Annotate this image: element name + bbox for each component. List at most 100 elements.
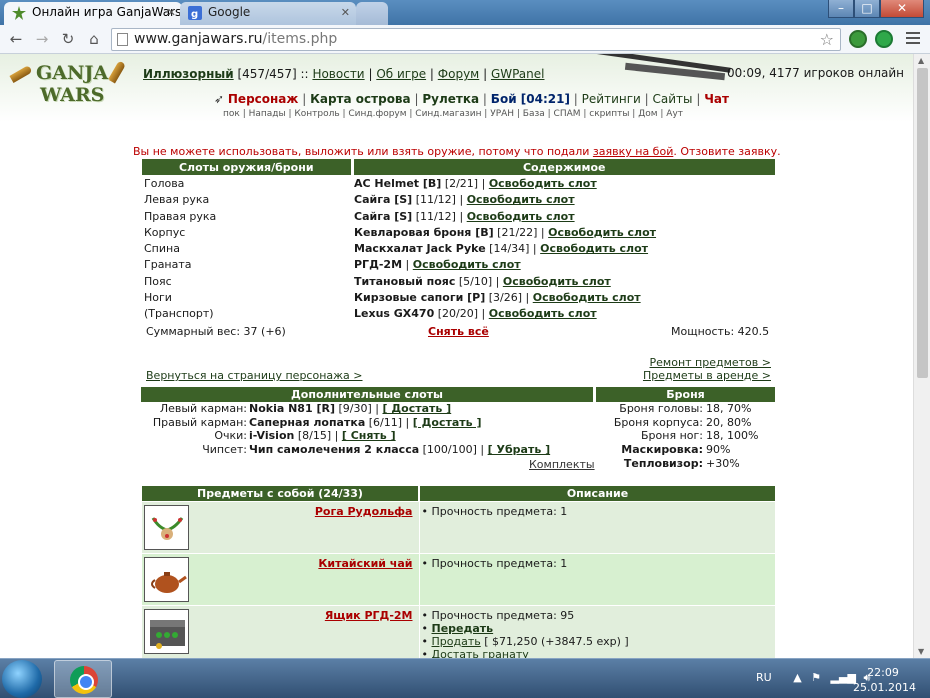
reload-icon[interactable]: ↻ (58, 29, 78, 49)
language-indicator[interactable]: RU (756, 671, 772, 684)
browser-menu-icon[interactable] (906, 32, 920, 47)
weapon-slots-table: Слоты оружия/брони Содержимое Голова AC H… (142, 159, 775, 322)
item-row: Ящик РГД-2М • Прочность предмета: 95 • П… (142, 605, 775, 658)
home-icon[interactable]: ⌂ (84, 29, 104, 49)
slot-row: Ноги Кирзовые сапоги [P] [3/26] | Освобод… (144, 291, 641, 305)
gwpanel-link[interactable]: GWPanel (491, 67, 545, 81)
browser-titlebar: Онлайн игра GanjaWars.r ✕ g Google ✕ – □… (0, 0, 930, 25)
battle-request-link[interactable]: заявку на бой (593, 145, 673, 158)
chrome-icon (70, 666, 98, 694)
clock[interactable]: 22:09 25.01.2014 (853, 665, 916, 695)
flag-icon[interactable]: ⚑ (811, 671, 821, 684)
release-slot-link[interactable]: Освободить слот (503, 275, 611, 288)
scroll-down-icon[interactable]: ▼ (918, 647, 924, 656)
extra-action-link[interactable]: [ Достать ] (382, 402, 451, 415)
extra-action-link[interactable]: [ Достать ] (413, 416, 482, 429)
extension-globe-icon[interactable] (875, 30, 893, 48)
teapot-icon[interactable] (144, 557, 189, 602)
item-name-link[interactable]: Ящик РГД-2М (325, 609, 413, 622)
minimize-icon[interactable]: – (828, 0, 854, 18)
menu-karta[interactable]: Карта острова (310, 92, 411, 106)
page-icon (117, 33, 128, 46)
menu-sajty[interactable]: Сайты (653, 92, 693, 106)
tab-ganjawars[interactable]: Онлайн игра GanjaWars.r ✕ (4, 2, 182, 25)
rented-items-link[interactable]: Предметы в аренде > (643, 369, 771, 382)
site-header: GANJA WARS Иллюзорный [457/457] :: Новос… (0, 54, 913, 122)
ganjawars-favicon-icon (12, 6, 26, 20)
menu-chat[interactable]: Чат (704, 92, 729, 106)
release-slot-link[interactable]: Освободить слот (540, 242, 648, 255)
release-slot-link[interactable]: Освободить слот (489, 177, 597, 190)
kits-link[interactable]: Комплекты (529, 458, 595, 471)
total-weight: Суммарный вес: 37 (+6) (146, 325, 286, 338)
extra-slots-header: Дополнительные слоты (141, 387, 593, 402)
extra-slots-table: Дополнительные слоты Левый карман: Nokia … (141, 387, 593, 456)
clock-time: 22:09 (867, 666, 899, 679)
forum-link[interactable]: Форум (438, 67, 479, 81)
release-slot-link[interactable]: Освободить слот (467, 210, 575, 223)
repair-items-link[interactable]: Ремонт предметов > (650, 356, 771, 369)
grenade-box-icon[interactable] (144, 609, 189, 654)
maximize-icon[interactable]: □ (854, 0, 880, 18)
sub-menu[interactable]: пок | Напады | Контроль | Синд.форум | С… (223, 109, 683, 119)
extra-action-link[interactable]: [ Убрать ] (488, 443, 551, 456)
back-arrow-icon[interactable]: ← (6, 29, 26, 49)
release-slot-link[interactable]: Освободить слот (548, 226, 656, 239)
address-bar[interactable]: www.ganjawars.ru/items.php ☆ (111, 28, 841, 51)
armor-table: Броня Броня головы: 18, 70% Броня корпуса… (596, 387, 775, 470)
close-tab-icon[interactable]: ✕ (167, 2, 176, 23)
window-controls: – □ ✕ (828, 0, 924, 18)
new-tab-button[interactable] (356, 2, 388, 25)
chrome-taskbar-button[interactable] (54, 660, 112, 698)
close-window-icon[interactable]: ✕ (880, 0, 924, 18)
google-favicon-icon: g (188, 6, 202, 20)
transfer-link[interactable]: Передать (432, 622, 494, 635)
clock-date: 25.01.2014 (853, 681, 916, 694)
release-slot-link[interactable]: Освободить слот (467, 193, 575, 206)
item-name-link[interactable]: Рога Рудольфа (315, 505, 413, 518)
release-slot-link[interactable]: Освободить слот (533, 291, 641, 304)
ganjawars-logo[interactable]: GANJA WARS (9, 56, 126, 116)
content-header: Содержимое (352, 159, 775, 176)
menu-rejtingi[interactable]: Рейтинги (582, 92, 641, 106)
back-to-character-link[interactable]: Вернуться на страницу персонажа > (146, 369, 363, 382)
about-link[interactable]: Об игре (376, 67, 426, 81)
extra-action-link[interactable]: [ Снять ] (342, 429, 396, 442)
bookmark-star-icon[interactable]: ☆ (820, 29, 834, 50)
svg-text:g: g (191, 9, 198, 20)
rifle-image (585, 54, 735, 82)
antlers-icon[interactable] (144, 505, 189, 550)
main-menu: ➶ Персонаж | Карта острова | Рулетка | Б… (214, 92, 729, 106)
take-off-all-link[interactable]: Снять всё (428, 325, 489, 338)
sell-link[interactable]: Продать (432, 635, 481, 648)
start-button[interactable] (2, 660, 42, 698)
menu-personazh[interactable]: Персонаж (228, 92, 298, 106)
forward-arrow-icon[interactable]: → (32, 29, 52, 49)
release-slot-link[interactable]: Освободить слот (489, 307, 597, 320)
items-header: Предметы с собой (24/33) (142, 485, 420, 502)
carried-items-table: Предметы с собой (24/33) Описание Рога Р… (142, 485, 775, 658)
slot-row: Пояс Титановый пояс [5/10] | Освободить с… (144, 274, 611, 288)
menu-boj[interactable]: Бой [04:21] (491, 92, 570, 106)
player-nick-link[interactable]: Иллюзорный (143, 67, 234, 81)
extension-icon[interactable] (849, 30, 867, 48)
tab-google[interactable]: g Google ✕ (180, 2, 356, 25)
show-hidden-icons[interactable]: ▲ (793, 671, 801, 684)
extra-slot-row: Левый карман: Nokia N81 [R] [9/30] | [ До… (159, 402, 452, 416)
logo-line2: WARS (40, 84, 105, 106)
slot-row: Граната РГД-2М | Освободить слот (144, 258, 521, 272)
scrollbar-thumb[interactable] (917, 68, 928, 378)
item-row: Рога Рудольфа • Прочность предмета: 1 (142, 501, 775, 554)
slot-row: Правая рука Сайга [S] [11/12] | Освободит… (144, 209, 575, 223)
close-tab-icon[interactable]: ✕ (341, 2, 350, 23)
scroll-up-icon[interactable]: ▲ (918, 56, 924, 65)
release-slot-link[interactable]: Освободить слот (413, 258, 521, 271)
menu-ruletka[interactable]: Рулетка (422, 92, 479, 106)
news-link[interactable]: Новости (312, 67, 364, 81)
take-grenade-link[interactable]: Достать гранату (432, 648, 529, 658)
page-scrollbar[interactable]: ▲ ▼ (913, 54, 930, 658)
url-host: www.ganjawars.ru (134, 31, 263, 47)
item-name-link[interactable]: Китайский чай (318, 557, 412, 570)
windows-taskbar: RU ▲ ⚑ ▂▄▆ 🔊︎ 22:09 25.01.2014 (0, 658, 930, 698)
tab-title: Google (208, 5, 251, 19)
